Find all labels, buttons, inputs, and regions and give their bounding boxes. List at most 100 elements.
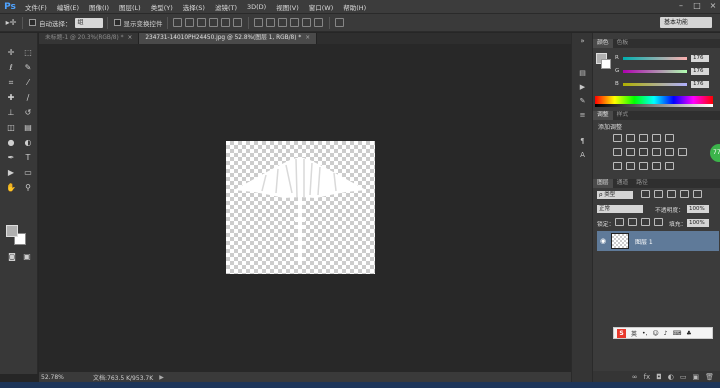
blue-slider[interactable]: B 176 bbox=[615, 80, 715, 88]
eraser-icon[interactable]: ◫ bbox=[4, 122, 18, 134]
minimize-icon[interactable]: – bbox=[676, 1, 686, 11]
red-slider[interactable]: R 176 bbox=[615, 54, 715, 62]
tab-layers[interactable]: 图层 bbox=[593, 179, 613, 188]
vibrance-icon[interactable] bbox=[665, 134, 674, 142]
brightness-icon[interactable] bbox=[613, 134, 622, 142]
move-icon[interactable]: ✛ bbox=[4, 47, 18, 59]
tab-umbrella-jpg[interactable]: 234731-14010PH24450.jpg @ 52.8%(图层 1, RG… bbox=[139, 33, 318, 44]
zoom-icon[interactable]: ⚲ bbox=[21, 182, 35, 194]
red-track[interactable] bbox=[623, 56, 687, 60]
layer-name[interactable]: 图层 1 bbox=[635, 237, 653, 246]
quick-mask-icon[interactable]: ◙ bbox=[5, 251, 19, 263]
tab-close-icon[interactable]: × bbox=[305, 35, 310, 41]
workspace-dropdown[interactable]: 基本功能 bbox=[660, 17, 712, 28]
fill-field[interactable]: 100% bbox=[687, 219, 709, 227]
color-bg-swatch[interactable] bbox=[601, 59, 611, 69]
photo-filter-icon[interactable] bbox=[652, 148, 661, 156]
history-panel-icon[interactable]: ▤ bbox=[577, 69, 588, 78]
healing-icon[interactable]: ✚ bbox=[4, 92, 18, 104]
filter-type-icon[interactable] bbox=[667, 190, 676, 198]
trash-icon[interactable]: 🗑 bbox=[705, 373, 714, 381]
distribute-right-icon[interactable] bbox=[314, 18, 323, 27]
channel-mixer-icon[interactable] bbox=[665, 148, 674, 156]
add-mask-icon[interactable]: ◘ bbox=[656, 373, 662, 381]
show-transform-checkbox[interactable] bbox=[113, 19, 121, 26]
selective-color-icon[interactable] bbox=[665, 162, 674, 170]
ime-emoji-icon[interactable]: ☺ bbox=[652, 330, 658, 337]
link-layers-icon[interactable]: ∞ bbox=[632, 373, 638, 381]
gradient-icon[interactable]: ▤ bbox=[21, 122, 35, 134]
blur-icon[interactable]: ● bbox=[4, 137, 18, 149]
collapse-icon[interactable]: » bbox=[577, 37, 588, 46]
align-hcenter-icon[interactable] bbox=[221, 18, 230, 27]
quick-select-icon[interactable]: ✎ bbox=[21, 62, 35, 74]
threshold-icon[interactable] bbox=[639, 162, 648, 170]
type-icon[interactable]: T bbox=[21, 152, 35, 164]
lock-pixels-icon[interactable] bbox=[628, 218, 637, 226]
move-tool-icon[interactable]: ▸✛ bbox=[4, 17, 18, 29]
new-adjustment-icon[interactable]: ◐ bbox=[668, 373, 674, 381]
visibility-eye-icon[interactable]: ◉ bbox=[600, 237, 606, 245]
layer-row[interactable]: ◉ 图层 1 bbox=[597, 231, 719, 251]
menu-view[interactable]: 视图(V) bbox=[271, 2, 304, 12]
exposure-icon[interactable] bbox=[652, 134, 661, 142]
distribute-top-icon[interactable] bbox=[254, 18, 263, 27]
lasso-icon[interactable]: ℓ bbox=[4, 62, 18, 74]
hue-saturation-icon[interactable] bbox=[613, 148, 622, 156]
align-left-icon[interactable] bbox=[209, 18, 218, 27]
close-icon[interactable]: × bbox=[708, 1, 718, 11]
path-select-icon[interactable]: ▶ bbox=[4, 167, 18, 179]
eyedropper-icon[interactable]: ⁄ bbox=[21, 77, 35, 89]
posterize-icon[interactable] bbox=[626, 162, 635, 170]
levels-icon[interactable] bbox=[626, 134, 635, 142]
align-top-icon[interactable] bbox=[173, 18, 182, 27]
tab-styles[interactable]: 样式 bbox=[613, 111, 633, 120]
pen-icon[interactable]: ✒ bbox=[4, 152, 18, 164]
tab-color[interactable]: 颜色 bbox=[593, 39, 613, 48]
document-canvas[interactable] bbox=[226, 141, 375, 274]
align-vcenter-icon[interactable] bbox=[185, 18, 194, 27]
new-layer-icon[interactable]: ▣ bbox=[692, 373, 699, 381]
blue-value[interactable]: 176 bbox=[691, 80, 709, 88]
black-white-icon[interactable] bbox=[639, 148, 648, 156]
brush-panel-icon[interactable]: ✎ bbox=[577, 97, 588, 106]
menu-filter[interactable]: 滤镜(T) bbox=[210, 2, 242, 12]
green-track[interactable] bbox=[623, 69, 687, 73]
lock-transparent-icon[interactable] bbox=[615, 218, 624, 226]
brush-icon[interactable]: ∕ bbox=[21, 92, 35, 104]
curves-icon[interactable] bbox=[639, 134, 648, 142]
hand-icon[interactable]: ✋ bbox=[4, 182, 18, 194]
layer-style-icon[interactable]: fx bbox=[644, 373, 651, 381]
ime-mic-icon[interactable]: ♪ bbox=[664, 330, 668, 337]
tab-untitled[interactable]: 未标题-1 @ 20.3%(RGB/8) * × bbox=[39, 33, 140, 44]
ime-keyboard-icon[interactable]: ⌨ bbox=[673, 330, 682, 337]
filter-adjust-icon[interactable] bbox=[654, 190, 663, 198]
color-lookup-icon[interactable] bbox=[678, 148, 687, 156]
filter-pixel-icon[interactable] bbox=[641, 190, 650, 198]
color-balance-icon[interactable] bbox=[626, 148, 635, 156]
menu-type[interactable]: 类型(Y) bbox=[146, 2, 178, 12]
menu-3d[interactable]: 3D(D) bbox=[242, 3, 271, 11]
menu-window[interactable]: 窗口(W) bbox=[304, 2, 339, 12]
opacity-field[interactable]: 100% bbox=[687, 205, 709, 213]
tab-adjustments[interactable]: 调整 bbox=[593, 111, 613, 120]
align-right-icon[interactable] bbox=[233, 18, 242, 27]
paragraph-panel-icon[interactable]: ¶ bbox=[577, 137, 588, 146]
shape-icon[interactable]: ▭ bbox=[21, 167, 35, 179]
tab-swatches[interactable]: 色板 bbox=[613, 39, 633, 48]
tab-paths[interactable]: 路径 bbox=[632, 179, 652, 188]
auto-align-icon[interactable] bbox=[335, 18, 344, 27]
align-bottom-icon[interactable] bbox=[197, 18, 206, 27]
maximize-icon[interactable]: □ bbox=[692, 1, 702, 11]
ime-skin-icon[interactable]: ♣ bbox=[686, 330, 691, 337]
screen-mode-icon[interactable]: ▣ bbox=[20, 251, 34, 263]
tab-channels[interactable]: 通道 bbox=[613, 179, 633, 188]
menu-select[interactable]: 选择(S) bbox=[178, 2, 210, 12]
lock-position-icon[interactable] bbox=[641, 218, 650, 226]
foreground-color-swatch[interactable] bbox=[6, 225, 18, 237]
menu-edit[interactable]: 编辑(E) bbox=[52, 2, 84, 12]
gradient-map-icon[interactable] bbox=[652, 162, 661, 170]
stamp-icon[interactable]: ⊥ bbox=[4, 107, 18, 119]
lock-all-icon[interactable] bbox=[654, 218, 663, 226]
float-badge[interactable]: 77 bbox=[710, 144, 720, 162]
